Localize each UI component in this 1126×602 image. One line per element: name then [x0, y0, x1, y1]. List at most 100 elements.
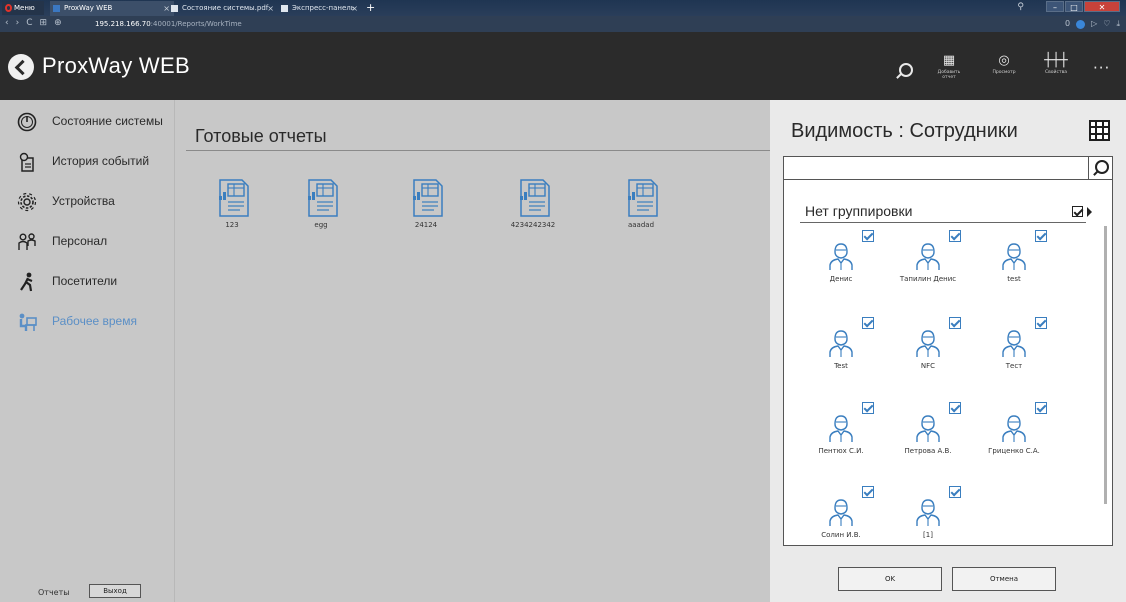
employee-checkbox[interactable] — [862, 230, 874, 242]
add-report-button[interactable]: ▦ Добавить отчет — [932, 53, 966, 81]
sidebar-item-label: Рабочее время — [52, 314, 137, 328]
cancel-button[interactable]: Отмена — [952, 567, 1056, 591]
search-input[interactable] — [784, 158, 1084, 180]
employee-card[interactable]: Test — [801, 314, 881, 384]
visibility-panel: Видимость : Сотрудники Нет группировки Д… — [770, 100, 1126, 602]
browser-menu-label: Меню — [14, 4, 35, 12]
grid-view-icon[interactable] — [1089, 120, 1110, 141]
employee-card[interactable]: Гриценко С.А. — [974, 399, 1054, 469]
employee-card[interactable]: NFC — [888, 314, 968, 384]
employee-checkbox[interactable] — [862, 486, 874, 498]
report-label: 24124 — [414, 221, 438, 229]
download-icon[interactable]: ⤓ — [1116, 18, 1120, 30]
employee-checkbox[interactable] — [1035, 317, 1047, 329]
report-label: 123 — [225, 221, 239, 229]
group-select-all-checkbox[interactable] — [1072, 206, 1083, 217]
page-icon — [53, 5, 60, 12]
staff-icon — [18, 233, 36, 250]
report-label: aaadad — [627, 221, 655, 229]
report-item[interactable]: egg — [276, 178, 366, 229]
window-controls: – □ ✕ — [1046, 1, 1120, 12]
url-field[interactable]: 195.218.166.70:40001/Reports/WorkTime — [95, 18, 242, 30]
browser-addressbar: ‹ › C ⊞ ⊕ 195.218.166.70:40001/Reports/W… — [0, 16, 1126, 32]
tab-label: Экспресс-панель — [292, 4, 355, 12]
history-icon — [19, 152, 34, 172]
employee-checkbox[interactable] — [1035, 402, 1047, 414]
employee-card[interactable]: [1] — [888, 483, 968, 553]
sidebar-item-work-time[interactable]: Рабочее время — [0, 302, 175, 342]
employee-card[interactable]: Денис — [801, 227, 881, 297]
exit-button[interactable]: Выход — [89, 584, 141, 598]
employee-name: Test — [834, 362, 848, 370]
browser-tab-speeddial[interactable]: Экспресс-панель × — [278, 1, 362, 16]
minimize-icon[interactable]: – — [1046, 1, 1064, 12]
employee-checkbox[interactable] — [949, 317, 961, 329]
employee-card[interactable]: test — [974, 227, 1054, 297]
employee-card[interactable]: Солин И.В. — [801, 483, 881, 553]
employee-list: Нет группировки Денис Тапилин Денис test Te… — [783, 180, 1113, 546]
forward-icon[interactable]: › — [16, 18, 20, 28]
browser-tabbar: Меню ProxWay WEB × Состояние системы.pdf… — [0, 0, 1126, 16]
report-item[interactable]: aaadad — [596, 178, 686, 229]
new-tab-button[interactable]: + — [366, 1, 375, 15]
sliders-icon: ┼┼┼ — [1044, 53, 1068, 68]
back-icon[interactable]: ‹ — [5, 18, 9, 28]
report-label: 4234242342 — [510, 221, 556, 229]
employee-card[interactable]: Тапилин Денис — [888, 227, 968, 297]
person-icon — [916, 243, 940, 270]
maximize-icon[interactable]: □ — [1065, 1, 1083, 12]
expand-arrow-icon[interactable] — [1087, 207, 1092, 217]
report-icon — [308, 179, 338, 217]
browser-menu-button[interactable]: Меню — [2, 1, 44, 15]
employee-checkbox[interactable] — [949, 230, 961, 242]
close-window-icon[interactable]: ✕ — [1084, 1, 1120, 12]
employee-card[interactable]: Пентюх С.И. — [801, 399, 881, 469]
sidebar-item-label: Персонал — [52, 234, 108, 248]
reload-icon[interactable]: C — [26, 18, 32, 28]
employee-checkbox[interactable] — [1035, 230, 1047, 242]
sidebar-item-label: Состояние системы — [52, 114, 163, 128]
employee-name: Пентюх С.И. — [818, 447, 864, 455]
person-icon — [829, 243, 853, 270]
employee-card[interactable]: Петрова А.В. — [888, 399, 968, 469]
report-item[interactable]: 24124 — [381, 178, 471, 229]
sidebar-item-visitors[interactable]: Посетители — [0, 262, 175, 302]
report-item[interactable]: 4234242342 — [488, 178, 578, 229]
search-icon[interactable] — [899, 63, 913, 77]
add-report-icon: ▦ — [942, 53, 956, 68]
ok-button[interactable]: OK — [838, 567, 942, 591]
sidebar-item-devices[interactable]: Устройства — [0, 182, 175, 222]
worktime-icon — [19, 313, 37, 331]
person-icon — [1002, 415, 1026, 442]
sidebar-item-event-history[interactable]: История событий — [0, 142, 175, 182]
search-icon[interactable] — [1088, 157, 1112, 179]
employee-card[interactable]: Тест — [974, 314, 1054, 384]
more-icon[interactable]: ··· — [1093, 59, 1110, 77]
sidebar-item-system-state[interactable]: Состояние системы — [0, 102, 175, 142]
preview-button[interactable]: ◎ Просмотр — [987, 54, 1021, 76]
employee-checkbox[interactable] — [949, 402, 961, 414]
properties-button[interactable]: ┼┼┼ Свойства — [1039, 53, 1073, 76]
adblock-shield-icon[interactable] — [1076, 19, 1086, 29]
list-scrollbar[interactable] — [1104, 226, 1107, 504]
app-header: ProxWay WEB ▦ Добавить отчет ◎ Просмотр … — [0, 32, 1126, 100]
tab-close-icon[interactable]: × — [267, 1, 274, 16]
employee-checkbox[interactable] — [949, 486, 961, 498]
employee-name: Солин И.В. — [821, 531, 861, 539]
speeddial-icon[interactable]: ⊞ — [40, 18, 48, 28]
sidebar-item-staff[interactable]: Персонал — [0, 222, 175, 262]
heart-icon[interactable]: ♡ — [1103, 18, 1110, 30]
tab-close-icon[interactable]: × — [351, 1, 358, 16]
tab-menu-icon[interactable]: ⚲ — [1017, 2, 1024, 12]
report-item[interactable]: 123 — [187, 178, 277, 229]
blocked-count: 0 — [1065, 19, 1071, 28]
employee-checkbox[interactable] — [862, 402, 874, 414]
send-icon[interactable]: ▷ — [1091, 18, 1097, 30]
person-icon — [916, 330, 940, 357]
employee-checkbox[interactable] — [862, 317, 874, 329]
sidebar: Состояние системы История событий Устрой… — [0, 100, 175, 602]
url-host: 195.218.166.70 — [95, 20, 151, 28]
back-button-icon[interactable] — [8, 54, 34, 80]
browser-tab-pdf[interactable]: Состояние системы.pdf × — [168, 1, 278, 16]
browser-tab-proxway[interactable]: ProxWay WEB × — [50, 1, 174, 16]
